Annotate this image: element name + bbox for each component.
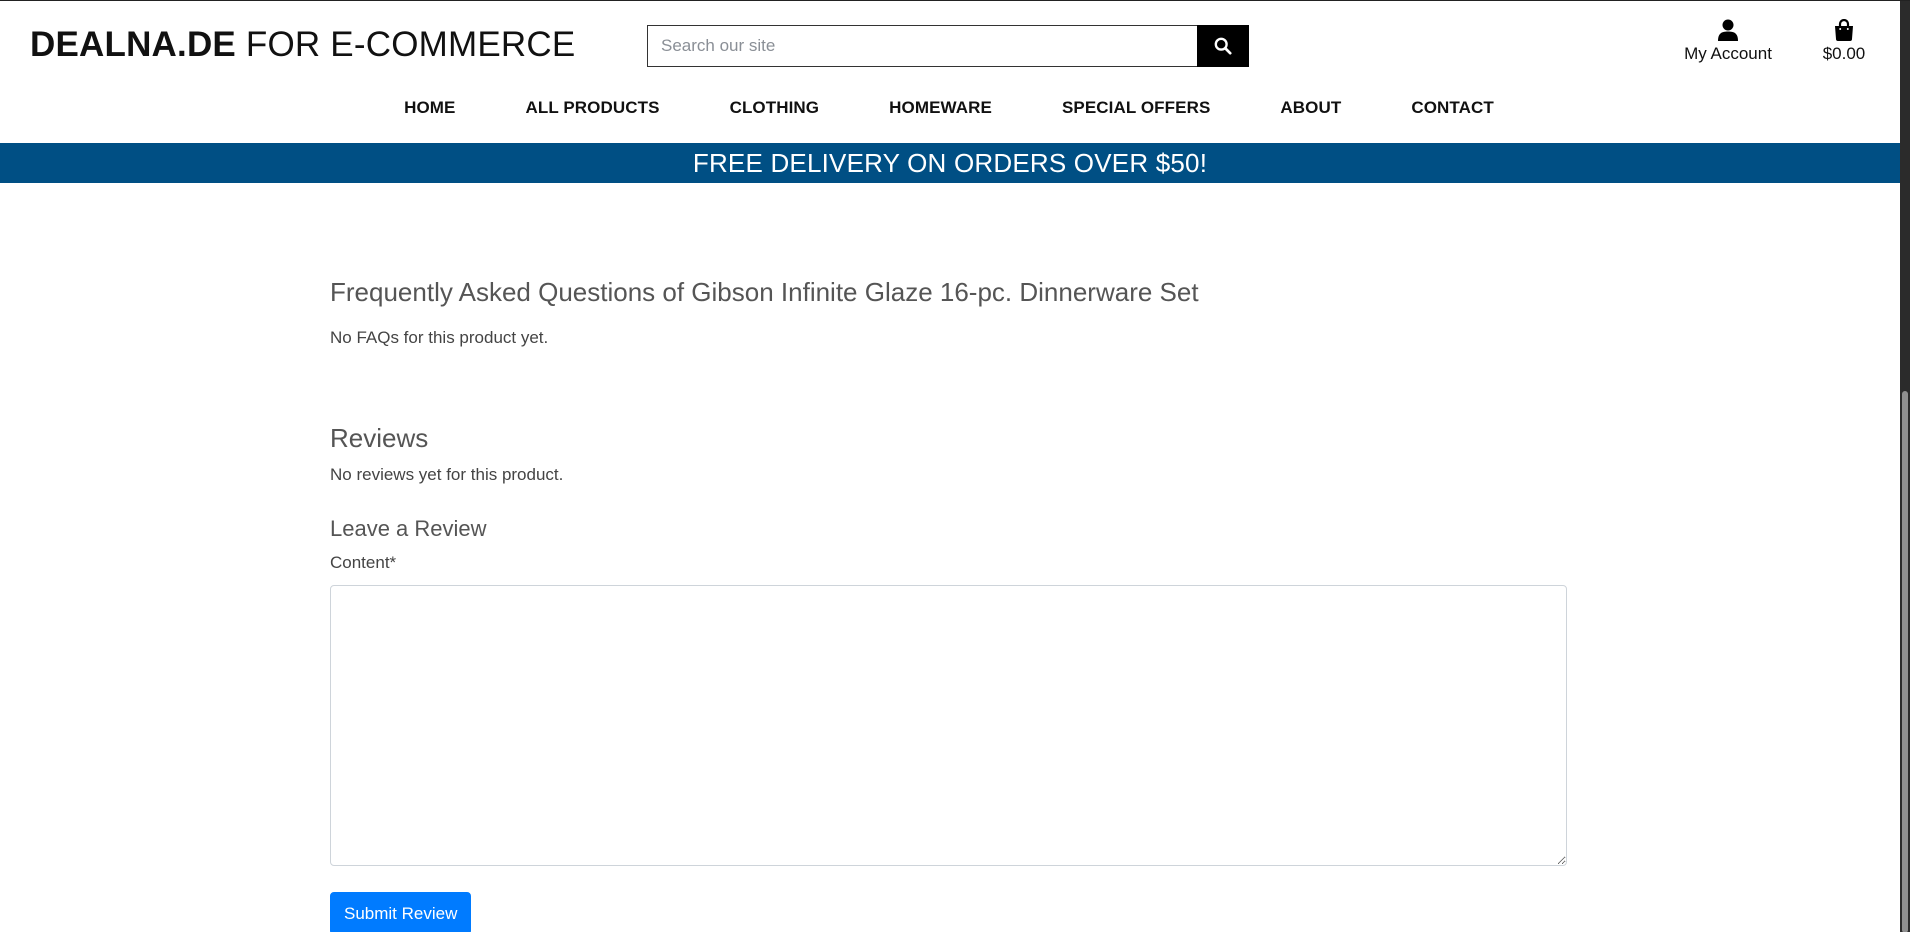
reviews-heading: Reviews — [330, 423, 429, 453]
delivery-banner-text: FREE DELIVERY ON ORDERS OVER $50! — [692, 147, 1208, 178]
nav-item-contact[interactable]: CONTACT — [1376, 98, 1529, 118]
cart-link[interactable]: $0.00 — [1820, 19, 1868, 64]
search-icon — [1214, 37, 1232, 55]
scrollbar-thumb[interactable] — [1902, 391, 1908, 932]
logo-bold-text: DEALNA.DE — [30, 25, 236, 64]
reviews-empty-text: No reviews yet for this product. — [330, 465, 564, 484]
review-content-label: Content* — [330, 553, 397, 572]
search-button[interactable] — [1197, 25, 1249, 67]
user-icon — [1718, 19, 1738, 41]
nav-item-clothing[interactable]: CLOTHING — [695, 98, 855, 118]
page-scrollbar[interactable] — [1900, 1, 1910, 932]
faq-empty-text: No FAQs for this product yet. — [330, 328, 549, 347]
search-form — [647, 25, 1249, 67]
nav-item-special-offers[interactable]: SPECIAL OFFERS — [1027, 98, 1245, 118]
cart-total: $0.00 — [1822, 44, 1866, 63]
nav-item-home[interactable]: HOME — [369, 98, 490, 118]
review-content-textarea[interactable] — [330, 585, 1567, 866]
nav-item-all-products[interactable]: ALL PRODUCTS — [491, 98, 695, 118]
logo-light-text: FOR E-COMMERCE — [235, 25, 576, 64]
leave-review-heading: Leave a Review — [330, 516, 487, 541]
my-account-label: My Account — [1684, 44, 1772, 63]
site-logo[interactable]: DEALNA.DE FOR E-COMMERCE — [30, 25, 575, 65]
faq-heading: Frequently Asked Questions of Gibson Inf… — [330, 277, 1199, 307]
shopping-bag-icon — [1835, 19, 1853, 41]
nav-item-about[interactable]: ABOUT — [1245, 98, 1376, 118]
delivery-banner: FREE DELIVERY ON ORDERS OVER $50! — [0, 143, 1900, 183]
nav-item-homeware[interactable]: HOMEWARE — [854, 98, 1027, 118]
page: DEALNA.DE FOR E-COMMERCE My Account — [0, 0, 1910, 932]
search-input[interactable] — [647, 25, 1197, 67]
my-account-link[interactable]: My Account — [1682, 19, 1774, 64]
main-nav: HOME ALL PRODUCTS CLOTHING HOMEWARE SPEC… — [0, 98, 1898, 118]
submit-review-button[interactable]: Submit Review — [330, 892, 472, 932]
